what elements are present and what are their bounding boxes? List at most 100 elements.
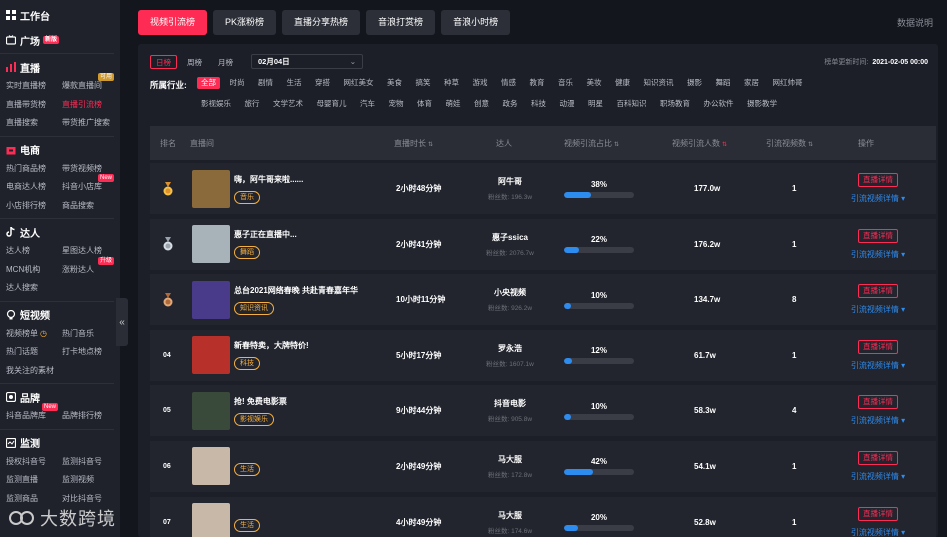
sidebar-item-auth-account[interactable]: 授权抖音号 [6,453,62,472]
sidebar-item-hot-goods[interactable]: 热门商品榜 [6,160,62,179]
industry-tag[interactable]: 百科知识 [613,98,651,110]
period-monthly[interactable]: 月榜 [212,55,239,69]
col-ratio[interactable]: 视频引流占比 ⇅ [564,138,619,149]
sidebar-item-place-rank[interactable]: 打卡地点榜 [62,343,118,362]
col-count[interactable]: 引流视频数 ⇅ [766,138,813,149]
industry-tag[interactable]: 舞蹈 [712,77,735,89]
talent-cell[interactable]: 抖音电影 粉丝数: 905.8w [470,385,550,436]
industry-tag[interactable]: 生活 [283,77,306,89]
industry-tag[interactable]: 游戏 [469,77,492,89]
tab-gift-hourly[interactable]: 音浪小时榜 [441,10,511,35]
sidebar-collapse-button[interactable]: « [116,298,128,346]
talent-name[interactable]: 马大服 [488,454,532,465]
industry-tag[interactable]: 萌娃 [442,98,465,110]
table-row[interactable]: 3 总台2021网络春晚 共赴青春嘉年华 知识资讯 10小时11分钟 小央视频 … [150,274,936,326]
industry-tag[interactable]: 种草 [440,77,463,89]
talent-cell[interactable]: 马大服 粉丝数: 174.6w [470,497,550,537]
date-select[interactable]: 02月04日 ⌄ [251,54,363,69]
sidebar-item-ecom-kol[interactable]: 电商达人榜 [6,178,62,197]
live-title[interactable]: 惠子正在直播中... [234,229,297,240]
industry-tag[interactable]: 科技 [527,98,550,110]
sidebar-item-video-rank[interactable]: 视频榜单 ◷ [6,325,62,344]
sidebar-item-kol-search[interactable]: 达人搜索 [6,279,62,298]
talent-cell[interactable]: 马大服 粉丝数: 172.8w [470,441,550,492]
sidebar-workbench[interactable]: 工作台 [0,0,120,30]
industry-tag[interactable]: 知识资讯 [640,77,678,89]
tab-pk-fans[interactable]: PK涨粉榜 [213,10,277,35]
live-detail-button[interactable]: 直播详情 [858,173,898,187]
talent-cell[interactable]: 罗永浩 粉丝数: 1607.1w [470,330,550,381]
talent-name[interactable]: 罗永浩 [486,343,534,354]
industry-tag[interactable]: 母婴育儿 [313,98,351,110]
industry-tag[interactable]: 文学艺术 [269,98,307,110]
sidebar-item-shop-lib[interactable]: 抖音小店库 New [62,174,118,197]
live-thumbnail[interactable] [192,163,230,214]
period-daily[interactable]: 日榜 [150,54,177,69]
sidebar-item-live-realtime[interactable]: 实时直播榜 [6,77,62,96]
table-row[interactable]: 1 嗨，阿牛哥来啦...... 音乐 2小时48分钟 阿牛哥 粉丝数: 196.… [150,163,936,214]
live-detail-button[interactable]: 直播详情 [858,228,898,243]
live-detail-button[interactable]: 直播详情 [858,450,898,465]
live-thumbnail[interactable] [192,330,230,381]
live-detail-button[interactable]: 直播详情 [858,395,898,410]
sidebar-item-brand-rank[interactable]: 品牌排行榜 [62,407,118,426]
traffic-video-detail-link[interactable]: 引流视频详情 ▾ [851,193,905,204]
sidebar-item-monitor-live[interactable]: 监测直播 [6,471,62,490]
industry-tag[interactable]: 全部 [197,77,220,89]
industry-tag[interactable]: 穿搭 [311,77,334,89]
sidebar-item-shop-rank[interactable]: 小店排行榜 [6,197,62,216]
industry-tag[interactable]: 旅行 [241,98,264,110]
live-title[interactable]: 总台2021网络春晚 共赴青春嘉年华 [234,285,358,296]
industry-tag[interactable]: 音乐 [554,77,577,89]
sidebar-square[interactable]: 广场 新版 [5,30,120,50]
industry-tag[interactable]: 剧情 [254,77,277,89]
industry-tag[interactable]: 汽车 [356,98,379,110]
col-people[interactable]: 视频引流人数 ⇅ [672,138,727,149]
talent-name[interactable]: 马大服 [488,510,532,521]
period-weekly[interactable]: 周榜 [181,55,208,69]
live-thumbnail[interactable] [192,441,230,492]
industry-tag[interactable]: 办公软件 [700,98,738,110]
traffic-video-detail-link[interactable]: 引流视频详情 ▾ [851,527,905,537]
live-title[interactable]: 嗨，阿牛哥来啦...... [234,174,303,185]
industry-tag[interactable]: 动漫 [556,98,579,110]
sidebar-item-hot-music[interactable]: 热门音乐 [62,325,118,344]
industry-tag[interactable]: 宠物 [385,98,408,110]
live-title[interactable]: 新春特卖，大牌特价! [234,340,309,351]
tab-gift-rank[interactable]: 音浪打赏榜 [366,10,436,35]
traffic-video-detail-link[interactable]: 引流视频详情 ▾ [851,471,905,482]
traffic-video-detail-link[interactable]: 引流视频详情 ▾ [851,415,905,426]
live-detail-button[interactable]: 直播详情 [858,284,898,299]
sidebar-item-my-material[interactable]: 我关注的素材 [6,362,62,381]
sidebar-item-live-hot[interactable]: 爆款直播间 可用 [62,73,118,96]
sidebar-item-kol-rank[interactable]: 达人榜 [6,242,62,261]
talent-name[interactable]: 惠子ssica [486,232,534,243]
sidebar-item-live-traffic[interactable]: 直播引流榜 [62,96,118,115]
traffic-video-detail-link[interactable]: 引流视频详情 ▾ [851,304,905,315]
industry-tag[interactable]: 美食 [383,77,406,89]
tab-video-traffic[interactable]: 视频引流榜 [138,10,208,35]
table-row[interactable]: 07 生活 4小时49分钟 马大服 粉丝数: 174.6w 20% 52.8w … [150,496,936,537]
live-thumbnail[interactable] [192,385,230,436]
industry-tag[interactable]: 明星 [584,98,607,110]
industry-tag[interactable]: 教育 [526,77,549,89]
talent-cell[interactable]: 阿牛哥 粉丝数: 196.3w [470,163,550,214]
industry-tag[interactable]: 影视娱乐 [197,98,235,110]
industry-tag[interactable]: 美妆 [583,77,606,89]
live-thumbnail[interactable] [192,274,230,325]
sidebar-item-promo-search[interactable]: 带货推广搜索 [62,114,118,133]
industry-tag[interactable]: 政务 [499,98,522,110]
industry-tag[interactable]: 健康 [611,77,634,89]
sidebar-item-brand-lib[interactable]: 抖音品牌库 New [6,403,62,426]
talent-name[interactable]: 抖音电影 [488,398,532,409]
talent-cell[interactable]: 惠子ssica 粉丝数: 2076.7w [470,219,550,270]
table-row[interactable]: 05 抢! 免费电影票 影视娱乐 9小时44分钟 抖音电影 粉丝数: 905.8… [150,385,936,437]
sidebar-item-monitor-video[interactable]: 监测视频 [62,471,118,490]
table-row[interactable]: 2 惠子正在直播中... 舞蹈 2小时41分钟 惠子ssica 粉丝数: 207… [150,218,936,270]
talent-name[interactable]: 小央视频 [488,287,532,298]
industry-tag[interactable]: 时尚 [226,77,249,89]
talent-cell[interactable]: 小央视频 粉丝数: 926.2w [470,274,550,325]
table-row[interactable]: 04 新春特卖，大牌特价! 科技 5小时17分钟 罗永浩 粉丝数: 1607.1… [150,329,936,381]
live-thumbnail[interactable] [192,497,230,537]
col-duration[interactable]: 直播时长 ⇅ [394,138,433,149]
